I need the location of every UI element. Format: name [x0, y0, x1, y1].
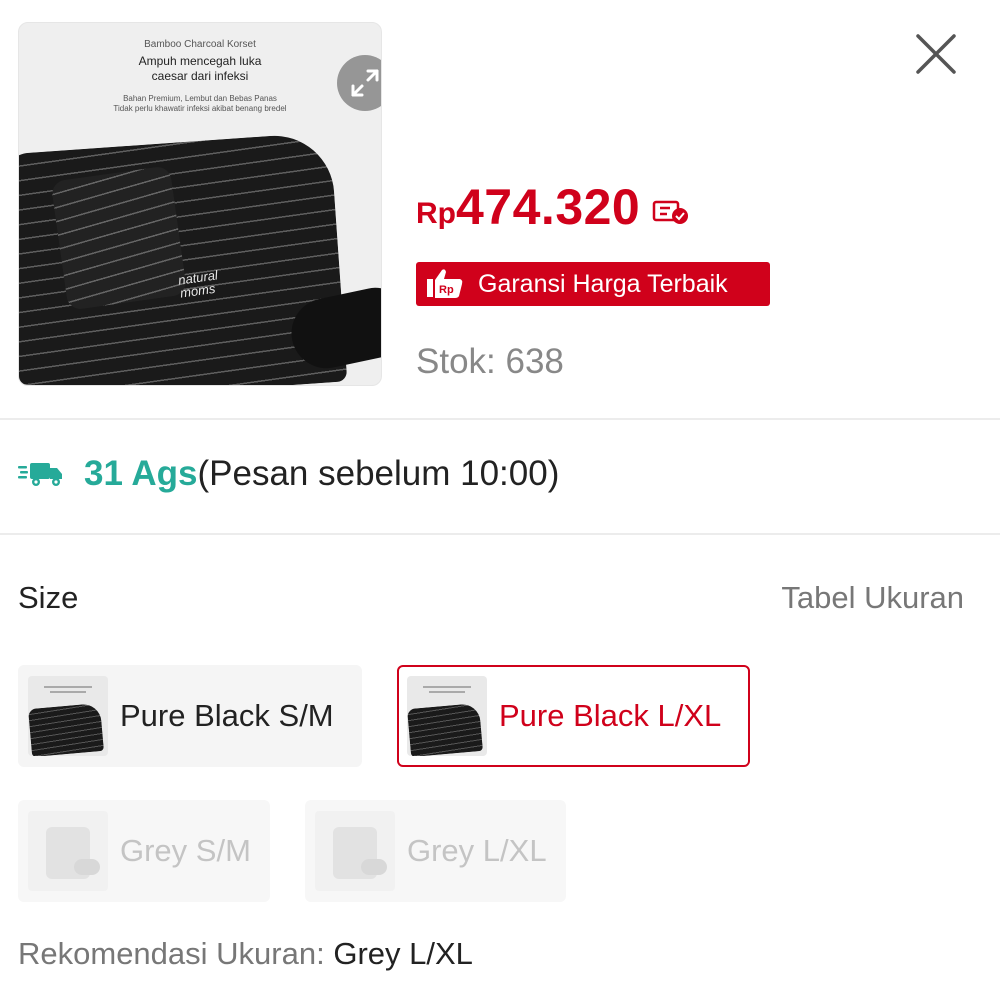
guarantee-label: Garansi Harga Terbaik [478, 269, 728, 298]
close-button[interactable] [912, 30, 960, 78]
thumbs-up-rp-icon: Rp [426, 262, 466, 306]
image-caption-line: caesar dari infeksi [151, 68, 249, 83]
stock-count: Stok: 638 [416, 342, 564, 381]
variant-option-selected[interactable]: Pure Black L/XL [397, 665, 750, 767]
product-price: Rp 474.320 [416, 178, 690, 236]
variant-option-disabled: Grey S/M [18, 800, 270, 902]
product-image-caption: Bamboo Charcoal Korset Ampuh mencegah lu… [19, 39, 381, 114]
thumbnail-text-line [44, 686, 92, 688]
size-recommendation: Rekomendasi Ukuran: Grey L/XL [18, 936, 473, 972]
variant-thumbnail [407, 676, 487, 756]
thumbnail-placeholder [361, 859, 387, 875]
variant-thumbnail [28, 811, 108, 891]
expand-icon [351, 69, 379, 97]
variant-label: Pure Black L/XL [499, 698, 722, 733]
thumbnail-placeholder [74, 859, 100, 875]
variant-option-disabled: Grey L/XL [305, 800, 566, 902]
image-caption-line: Bahan Premium, Lembut dan Bebas Panas [123, 93, 277, 103]
delivery-cutoff-note: (Pesan sebelum 10:00) [197, 454, 560, 493]
variant-option[interactable]: Pure Black S/M [18, 665, 362, 767]
price-amount: 474.320 [456, 179, 641, 235]
product-image[interactable]: Bamboo Charcoal Korset Ampuh mencegah lu… [18, 22, 382, 386]
thumbnail-text-line [429, 691, 465, 693]
variant-thumbnail [315, 811, 395, 891]
divider [0, 533, 1000, 535]
corset-panel-illustration [50, 165, 188, 311]
image-caption-line: Bamboo Charcoal Korset [144, 39, 256, 50]
variant-thumbnail [28, 676, 108, 756]
divider [0, 418, 1000, 420]
thumbnail-text-line [50, 691, 86, 693]
thumbnail-corset [28, 702, 104, 756]
recommendation-label: Rekomendasi Ukuran: [18, 936, 334, 971]
image-caption-line: Tidak perlu khawatir infeksi akibat bena… [113, 103, 287, 113]
fast-delivery-truck-icon [18, 463, 62, 486]
variant-label: Grey L/XL [407, 833, 547, 868]
variant-label: Pure Black S/M [120, 698, 334, 733]
best-price-guarantee-badge[interactable]: Rp Garansi Harga Terbaik [416, 262, 770, 306]
close-icon [916, 34, 956, 74]
price-tag-check-icon [653, 200, 689, 224]
svg-text:Rp: Rp [439, 284, 454, 296]
price-currency: Rp [416, 197, 456, 230]
recommendation-value: Grey L/XL [333, 936, 473, 971]
image-caption-line: Ampuh mencegah luka [138, 53, 262, 68]
thumbnail-corset [407, 702, 483, 756]
delivery-date: 31 Ags [84, 454, 198, 493]
brand-mark: natural moms [177, 267, 220, 300]
size-chart-link[interactable]: Tabel Ukuran [781, 580, 964, 616]
variant-label: Grey S/M [120, 833, 251, 868]
variant-selection-sheet: Bamboo Charcoal Korset Ampuh mencegah lu… [0, 0, 1000, 988]
size-section-title: Size [18, 580, 79, 615]
delivery-estimate[interactable]: 31 Ags (Pesan sebelum 10:00) [18, 454, 559, 494]
thumbnail-text-line [423, 686, 471, 688]
